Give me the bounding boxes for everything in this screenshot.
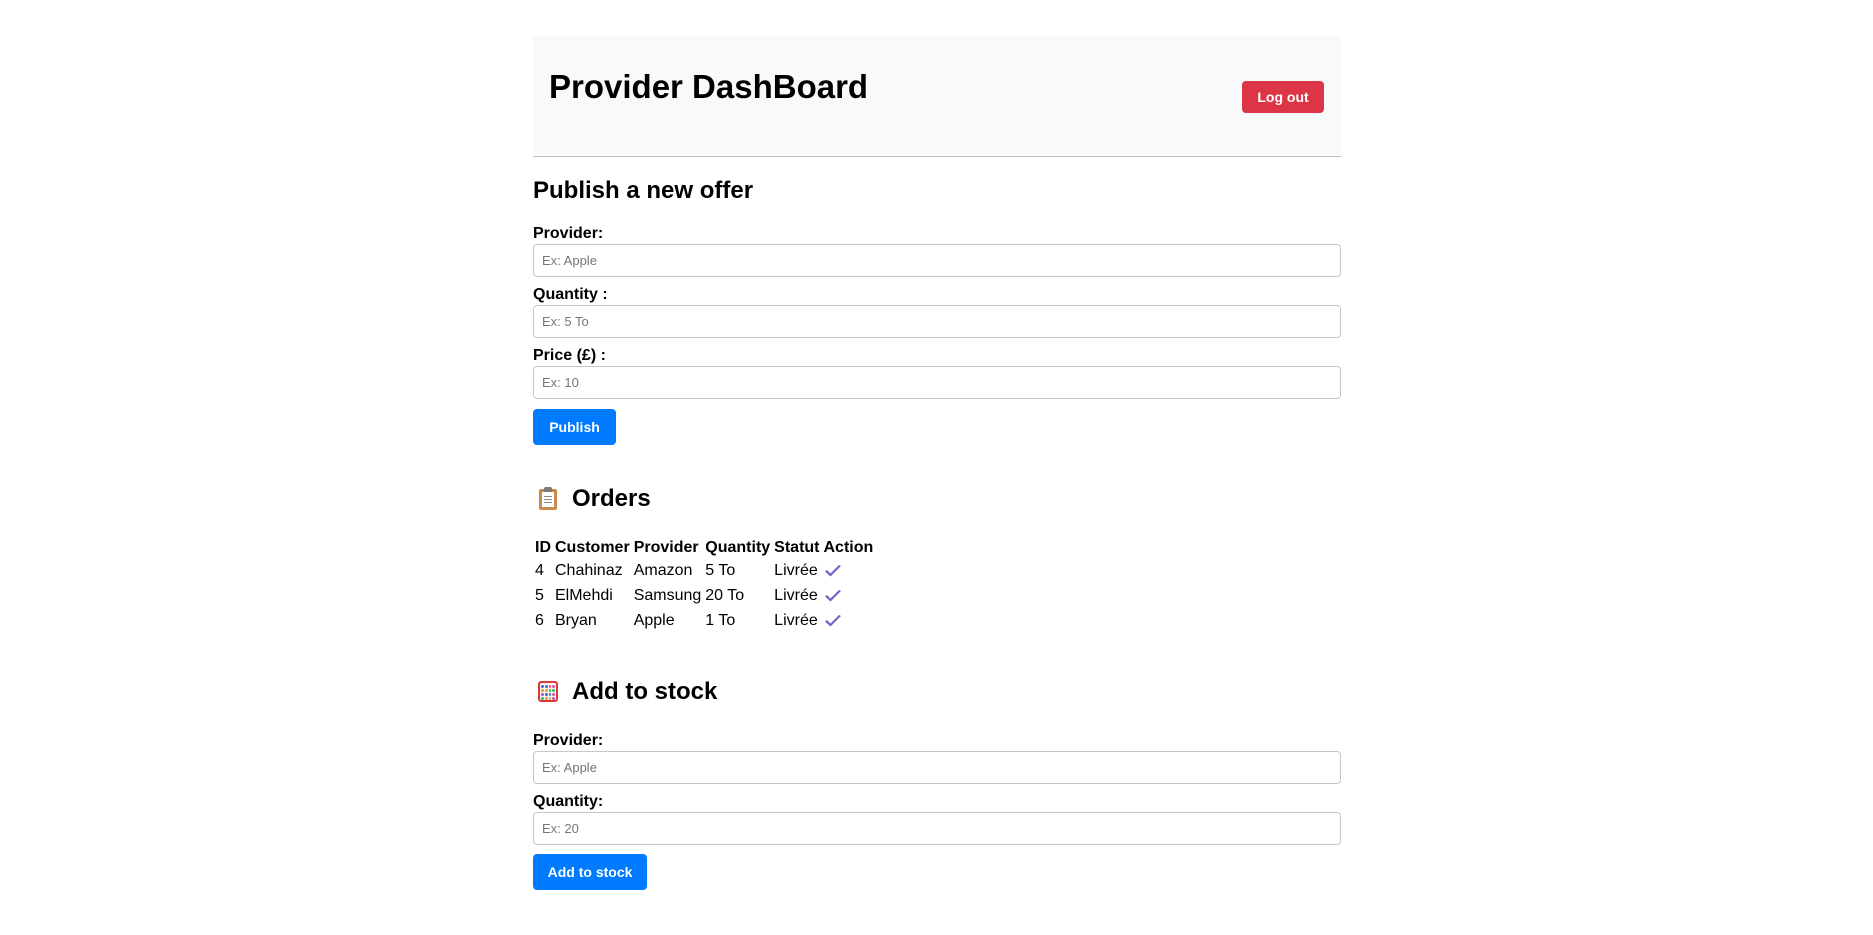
order-quantity: 5 To (705, 562, 736, 579)
checkmark-icon[interactable] (824, 564, 842, 578)
column-header-provider: Provider (633, 539, 699, 556)
stock-provider-label: Provider: (533, 732, 604, 749)
offer-price-input[interactable] (533, 366, 1341, 399)
order-statut: Livrée (774, 612, 818, 629)
order-provider: Apple (633, 612, 675, 629)
publish-button[interactable]: Publish (533, 409, 616, 445)
order-id: 4 (535, 562, 544, 579)
page-title: Provider DashBoard (549, 68, 869, 105)
stock-provider-input[interactable] (533, 751, 1341, 784)
publish-offer-heading: Publish a new offer (533, 177, 754, 204)
orders-table: ID Customer Provider Quantity Statut Act… (533, 538, 875, 633)
offer-provider-input[interactable] (533, 244, 1341, 277)
stock-quantity-input[interactable] (533, 812, 1341, 845)
table-row: 4 Chahinaz Amazon 5 To Livrée (533, 558, 875, 583)
checkmark-icon[interactable] (824, 589, 842, 603)
add-to-stock-button[interactable]: Add to stock (533, 854, 647, 890)
offer-quantity-input[interactable] (533, 305, 1341, 338)
order-id: 5 (535, 587, 544, 604)
order-provider: Samsung (633, 587, 702, 604)
order-provider: Amazon (633, 562, 693, 579)
orders-heading: Orders (572, 485, 651, 512)
order-quantity: 20 To (705, 587, 745, 604)
order-customer: ElMehdi (555, 587, 613, 604)
orders-heading-row: Orders (533, 487, 651, 511)
column-header-id: ID (535, 539, 551, 556)
table-row: 6 Bryan Apple 1 To Livrée (533, 608, 875, 633)
order-action (822, 583, 876, 608)
offer-quantity-label: Quantity : (533, 286, 608, 303)
order-id: 6 (535, 612, 544, 629)
column-header-customer: Customer (555, 539, 630, 556)
order-statut: Livrée (774, 562, 818, 579)
dashboard-container: Provider DashBoard Log out Publish a new… (533, 36, 1341, 890)
dashboard-header: Provider DashBoard Log out (533, 36, 1341, 157)
logout-button[interactable]: Log out (1242, 81, 1324, 113)
order-customer: Bryan (555, 612, 597, 629)
checkmark-icon[interactable] (824, 614, 842, 628)
table-row: 5 ElMehdi Samsung 20 To Livrée (533, 583, 875, 608)
column-header-quantity: Quantity (705, 539, 771, 556)
order-statut: Livrée (774, 587, 818, 604)
stock-heading: Add to stock (572, 678, 718, 705)
offer-price-label: Price (£) : (533, 347, 606, 364)
order-action (822, 558, 876, 583)
order-customer: Chahinaz (555, 562, 623, 579)
column-header-statut: Statut (774, 539, 820, 556)
column-header-action: Action (823, 539, 874, 556)
orders-table-header: ID Customer Provider Quantity Statut Act… (533, 538, 875, 558)
offer-provider-label: Provider: (533, 225, 604, 242)
order-quantity: 1 To (705, 612, 736, 629)
clipboard-icon (537, 487, 561, 511)
stock-quantity-label: Quantity: (533, 793, 604, 810)
order-action (822, 608, 876, 633)
abacus-icon (537, 680, 561, 704)
stock-heading-row: Add to stock (533, 680, 717, 704)
